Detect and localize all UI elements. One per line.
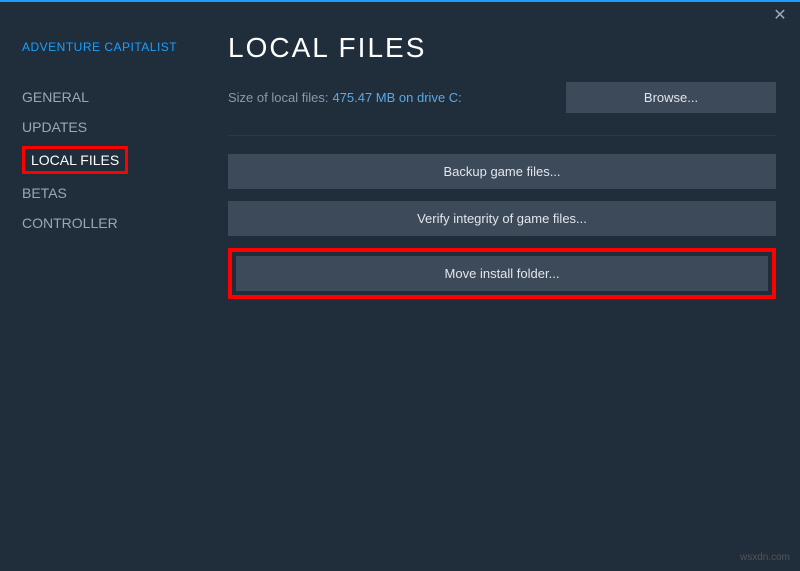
verify-button[interactable]: Verify integrity of game files... — [228, 201, 776, 236]
backup-button[interactable]: Backup game files... — [228, 154, 776, 189]
page-title: LOCAL FILES — [228, 32, 776, 64]
sidebar-item-updates[interactable]: UPDATES — [22, 112, 200, 142]
sidebar: ADVENTURE CAPITALIST GENERAL UPDATES LOC… — [0, 2, 200, 571]
watermark: wsxdn.com — [740, 552, 790, 563]
sidebar-item-betas[interactable]: BETAS — [22, 178, 200, 208]
browse-button[interactable]: Browse... — [566, 82, 776, 113]
size-value: 475.47 MB on drive C: — [332, 90, 461, 105]
highlight-local-files: LOCAL FILES — [22, 146, 128, 174]
sidebar-item-local-files[interactable]: LOCAL FILES — [31, 151, 119, 169]
sidebar-item-general[interactable]: GENERAL — [22, 82, 200, 112]
sidebar-item-controller[interactable]: CONTROLLER — [22, 208, 200, 238]
divider — [228, 135, 776, 136]
move-install-button[interactable]: Move install folder... — [236, 256, 768, 291]
main-panel: LOCAL FILES Size of local files: 475.47 … — [200, 2, 800, 571]
close-icon[interactable]: ✕ — [770, 6, 790, 26]
size-info-row: Size of local files: 475.47 MB on drive … — [228, 82, 776, 113]
app-title: ADVENTURE CAPITALIST — [22, 40, 200, 54]
highlight-move-install: Move install folder... — [228, 248, 776, 299]
size-label: Size of local files: — [228, 90, 328, 105]
